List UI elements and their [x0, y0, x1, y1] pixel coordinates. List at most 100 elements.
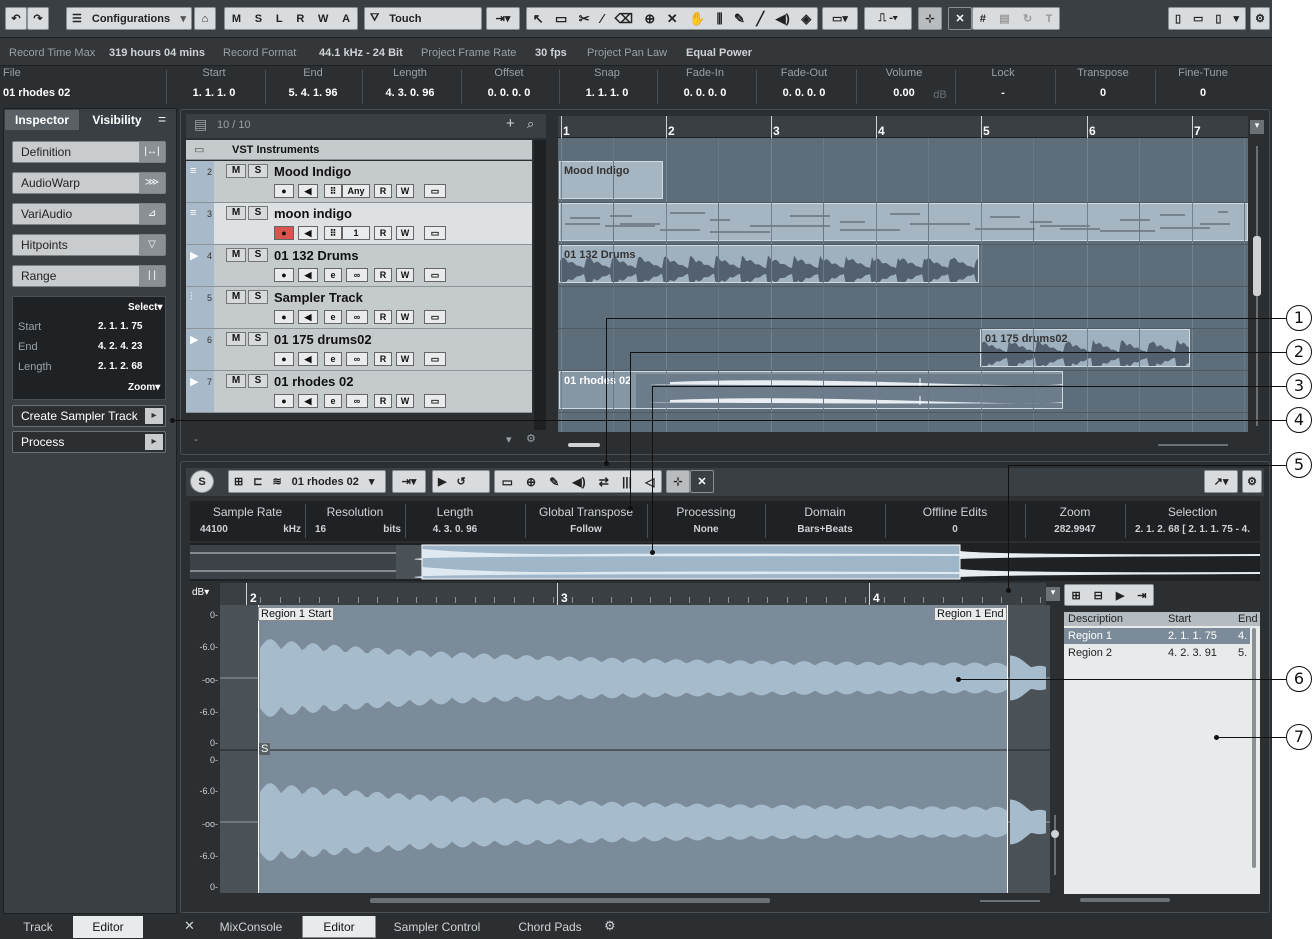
ruler-bar-7[interactable]: 7	[1194, 124, 1201, 138]
track-mood-indigo[interactable]: ≡ 2 M S Mood Indigo ● ◀ ⠿ Any R W ▭	[186, 161, 532, 203]
audiowarp-button[interactable]: AudioWarp ⋙	[12, 172, 166, 194]
vzoom-thumb[interactable]	[1051, 830, 1059, 838]
pan-law-label[interactable]: Project Pan Law	[587, 40, 667, 66]
lane-button[interactable]: e	[324, 352, 342, 366]
warp-tool-icon[interactable]: ⇄	[594, 475, 614, 489]
edit-instrument-button[interactable]: ▭	[424, 268, 446, 282]
pan-law-value[interactable]: Equal Power	[686, 40, 752, 66]
monitor-button[interactable]: ◀	[298, 184, 318, 198]
cross-button[interactable]: ✕	[948, 7, 972, 30]
solo-button[interactable]: S	[248, 290, 268, 304]
zoom-dropdown[interactable]: Zoom▾	[128, 382, 160, 393]
inspector-menu-icon[interactable]: =	[158, 111, 166, 127]
tab-editor[interactable]: Editor	[302, 916, 376, 938]
track-name[interactable]: 01 rhodes 02	[274, 374, 354, 389]
editor-ruler-bar-3[interactable]: 3	[561, 591, 568, 605]
input-transformer-button[interactable]: ⠿	[324, 184, 342, 198]
configurations-button[interactable]: ☰ Configurations ▾	[66, 7, 192, 30]
color-tool-icon[interactable]: ◈	[796, 11, 816, 27]
loop-play-icon[interactable]: ↺	[451, 475, 470, 488]
draw-tool-icon[interactable]: ✎	[544, 475, 564, 489]
fine-tune-value[interactable]: 0	[1153, 87, 1253, 99]
footer-gear-icon[interactable]: ⚙	[526, 432, 536, 445]
mute-button[interactable]: M	[226, 332, 246, 346]
start-value[interactable]: 1. 1. 1. 0	[164, 87, 264, 99]
write-automation-button[interactable]: W	[396, 352, 414, 366]
record-enable-button[interactable]: ●	[274, 310, 294, 324]
footer-menu-icon[interactable]: ▾	[506, 433, 512, 446]
region-list-hscroll[interactable]	[1080, 898, 1170, 902]
mute-all-button[interactable]: M	[227, 13, 246, 25]
mute-tool-icon[interactable]: ✕	[662, 11, 683, 27]
open-in-window-button[interactable]: ↗▾	[1204, 470, 1238, 493]
right-zone-icon[interactable]: ▯	[1210, 12, 1226, 25]
link-button[interactable]: ∞	[346, 268, 368, 282]
clip-01-132-drums[interactable]: 01 132 Drums	[559, 245, 979, 283]
play-icon[interactable]: ▶	[433, 475, 451, 488]
fade-out-value[interactable]: 0. 0. 0. 0	[754, 87, 854, 99]
minus-icon[interactable]: -	[194, 434, 198, 446]
hzoom-slider[interactable]	[1158, 444, 1228, 446]
record-enable-button[interactable]: ●	[274, 268, 294, 282]
track-list-icon[interactable]: ▤	[194, 116, 207, 133]
length-value[interactable]: 4. 3. 0. 96	[360, 87, 460, 99]
read-automation-button[interactable]: R	[374, 352, 392, 366]
transpose-value[interactable]: 0	[1053, 87, 1153, 99]
hitpoint-tool-icon[interactable]: |||	[617, 475, 637, 489]
definition-button[interactable]: Definition |↔|	[12, 141, 166, 163]
channel-select[interactable]: 1	[342, 226, 370, 240]
ruler-bar-4[interactable]: 4	[878, 124, 885, 138]
automation-all-button[interactable]: A	[337, 13, 355, 25]
lower-zone-icon[interactable]: ▭	[1188, 12, 1208, 25]
write-automation-button[interactable]: W	[396, 226, 414, 240]
range-end-value[interactable]: 4. 2. 4. 23	[98, 341, 142, 352]
record-enable-button[interactable]: ●	[274, 352, 294, 366]
write-all-button[interactable]: W	[313, 13, 333, 25]
ruler-bar-1[interactable]: 1	[563, 124, 570, 138]
solo-all-button[interactable]: S	[250, 13, 267, 25]
mute-button[interactable]: M	[226, 290, 246, 304]
scroll-menu-icon[interactable]: ▾	[1250, 120, 1264, 134]
frame-rate-label[interactable]: Project Frame Rate	[421, 40, 516, 66]
add-track-icon[interactable]: +	[506, 115, 515, 132]
mute-button[interactable]: M	[226, 206, 246, 220]
end-value[interactable]: 5. 4. 1. 96	[263, 87, 363, 99]
search-icon[interactable]: ⌕	[527, 116, 534, 132]
col-description[interactable]: Description	[1068, 613, 1123, 625]
redo-button[interactable]: ↷	[27, 7, 49, 30]
write-automation-button[interactable]: W	[396, 394, 414, 408]
range-select-icon[interactable]: ▭	[497, 475, 518, 489]
track-name[interactable]: 01 175 drums02	[274, 332, 372, 347]
process-button[interactable]: Process ▸	[12, 431, 166, 453]
editor-ruler-menu-icon[interactable]: ▾	[1046, 587, 1060, 601]
draw-tool-icon[interactable]: ✎	[729, 11, 750, 27]
edit-instrument-button[interactable]: ▭	[424, 226, 446, 240]
write-automation-button[interactable]: W	[396, 184, 414, 198]
hzoom-slider[interactable]	[980, 900, 1040, 902]
left-zone-tab-track[interactable]: Track	[3, 916, 73, 938]
speaker-icon[interactable]: ◁	[640, 475, 659, 489]
read-automation-button[interactable]: R	[374, 394, 392, 408]
length-value[interactable]: 4. 3. 0. 96	[405, 524, 505, 535]
read-automation-button[interactable]: R	[374, 268, 392, 282]
play-region-icon[interactable]: ▶	[1111, 589, 1129, 602]
hand-tool-icon[interactable]: ✋	[684, 11, 710, 27]
db-scale-menu[interactable]: dB▾	[192, 587, 209, 598]
snap-value[interactable]: 1. 1. 1. 0	[557, 87, 657, 99]
write-automation-button[interactable]: W	[396, 268, 414, 282]
close-lower-zone-icon[interactable]: ✕	[184, 918, 195, 934]
region-2-end[interactable]: 5.	[1238, 647, 1247, 659]
lower-zone-gear-icon[interactable]: ⚙	[604, 918, 616, 934]
clip-moon-indigo[interactable]	[559, 203, 1248, 241]
folder-track[interactable]: ▭ VST Instruments	[186, 140, 532, 160]
lane-button[interactable]: e	[324, 268, 342, 282]
track-name[interactable]: moon indigo	[274, 206, 352, 221]
ruler-bar-3[interactable]: 3	[773, 124, 780, 138]
settings-button[interactable]: ⚙	[1250, 7, 1270, 30]
hscroll-thumb[interactable]	[370, 898, 770, 903]
create-sampler-track-button[interactable]: Create Sampler Track ▸	[12, 405, 166, 427]
record-format-value[interactable]: 44.1 kHz - 24 Bit	[319, 40, 403, 66]
inspector-tab[interactable]: Inspector	[5, 110, 79, 130]
region-end-line[interactable]	[1007, 605, 1008, 893]
editor-ruler-bar-4[interactable]: 4	[873, 591, 880, 605]
